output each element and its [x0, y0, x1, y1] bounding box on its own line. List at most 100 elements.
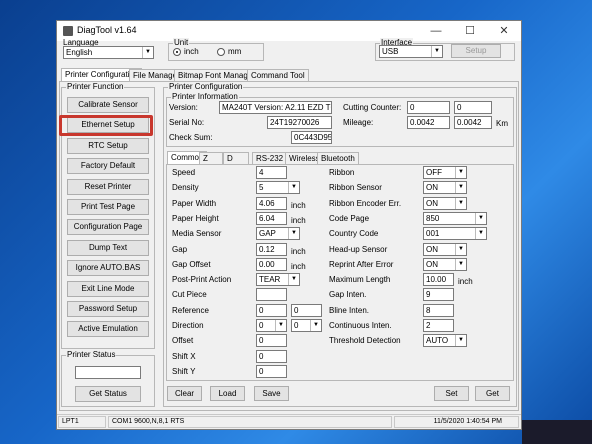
clear-button[interactable]: Clear	[167, 386, 202, 401]
chevron-down-icon: ▼	[275, 320, 286, 331]
pf-button-active-emulation[interactable]: Active Emulation	[67, 321, 149, 338]
version-label: Version:	[169, 103, 198, 112]
diagtool-window: DiagTool v1.64 — ☐ ✕ Language English ▼ U…	[56, 20, 522, 430]
country-code-select[interactable]: 001 ▼	[423, 227, 487, 241]
gap-inten-field[interactable]: 9	[423, 288, 454, 302]
gap-inten-label: Gap Inten.	[329, 290, 367, 300]
inch-radio[interactable]	[173, 48, 181, 56]
pf-button-calibrate-sensor[interactable]: Calibrate Sensor	[67, 97, 149, 113]
direction-select-1[interactable]: 0 ▼	[256, 319, 287, 332]
chevron-down-icon: ▼	[455, 167, 466, 178]
paper-width-field[interactable]: 4.06	[256, 196, 287, 210]
pf-button-password-setup[interactable]: Password Setup	[67, 301, 149, 317]
reprint-after-error-label: Reprint After Error	[329, 259, 394, 269]
mileage-label: Mileage:	[343, 118, 374, 127]
interface-select[interactable]: USB ▼	[379, 45, 443, 58]
ethernet-setup-highlight	[59, 115, 153, 136]
threshold-detection-select[interactable]: AUTO ▼	[423, 334, 467, 348]
pf-button-rtc-setup[interactable]: RTC Setup	[67, 137, 149, 154]
get-status-button[interactable]: Get Status	[75, 386, 141, 402]
chevron-down-icon: ▼	[288, 182, 299, 194]
density-label: Density	[172, 183, 199, 193]
shift-x-field[interactable]: 0	[256, 349, 287, 363]
save-button[interactable]: Save	[254, 386, 289, 401]
pf-button-factory-default[interactable]: Factory Default	[67, 158, 149, 175]
head-up-sensor-label: Head-up Sensor	[329, 244, 388, 254]
speed-field[interactable]: 4	[256, 166, 287, 179]
chevron-down-icon: ▼	[288, 228, 299, 240]
threshold-detection-label: Threshold Detection	[329, 336, 401, 346]
mm-label: mm	[228, 47, 242, 56]
ribbon-sensor-select[interactable]: ON ▼	[423, 181, 467, 195]
direction-label: Direction	[172, 321, 204, 330]
direction-select-2[interactable]: 0 ▼	[291, 319, 322, 332]
pf-button-exit-line-mode[interactable]: Exit Line Mode	[67, 280, 149, 297]
mm-radio[interactable]	[217, 48, 225, 56]
version-field: MA240T Version: A2.11 EZD TCF	[219, 101, 332, 114]
status-port: LPT1	[58, 416, 106, 428]
cut-piece-label: Cut Piece	[172, 290, 207, 300]
chevron-down-icon: ▼	[455, 197, 466, 209]
reprint-after-error-select[interactable]: ON ▼	[423, 257, 467, 271]
serial-label: Serial No:	[169, 118, 205, 127]
offset-label: Offset	[172, 336, 194, 346]
ribbon-label: Ribbon	[329, 168, 355, 177]
pf-button-ignore-auto-bas[interactable]: Ignore AUTO.BAS	[67, 260, 149, 277]
gap-unit: inch	[291, 246, 306, 256]
mileage-field-1: 0.0042	[407, 116, 450, 129]
load-button[interactable]: Load	[210, 386, 245, 401]
ribbon-encoder-err-select[interactable]: ON ▼	[423, 196, 467, 210]
paper-height-field[interactable]: 6.04	[256, 211, 287, 225]
checksum-label: Check Sum:	[169, 133, 213, 142]
offset-field[interactable]: 0	[256, 334, 287, 348]
gap-offset-field[interactable]: 0.00	[256, 257, 287, 271]
chevron-down-icon: ▼	[455, 182, 466, 194]
post-print-action-label: Post-Print Action	[172, 275, 232, 285]
speed-label: Speed	[172, 168, 196, 177]
cutting-counter-field-1: 0	[407, 101, 450, 114]
shift-y-field[interactable]: 0	[256, 364, 287, 378]
cutting-counter-label: Cutting Counter:	[343, 103, 402, 112]
chevron-down-icon: ▼	[455, 258, 466, 270]
printer-configuration-label: Printer Configuration	[168, 82, 244, 91]
pf-button-reset-printer[interactable]: Reset Printer	[67, 178, 149, 195]
pf-button-configuration-page[interactable]: Configuration Page	[67, 219, 149, 236]
ribbon-select[interactable]: OFF ▼	[423, 166, 467, 179]
paper-width-unit: inch	[291, 200, 306, 210]
mileage-field-2: 0.0042	[454, 116, 492, 129]
close-button[interactable]: ✕	[487, 23, 521, 39]
pf-button-print-test-page[interactable]: Print Test Page	[67, 199, 149, 215]
cutting-counter-field-2: 0	[454, 101, 492, 114]
title-bar: DiagTool v1.64 — ☐ ✕	[57, 21, 521, 41]
paper-height-unit: inch	[291, 215, 306, 225]
shift-y-label: Shift Y	[172, 366, 196, 376]
gap-field[interactable]: 0.12	[256, 242, 287, 256]
reference-field-1[interactable]: 0	[256, 303, 287, 317]
language-select[interactable]: English ▼	[63, 46, 154, 59]
chevron-down-icon: ▼	[475, 228, 486, 240]
checksum-field: 0C443D95	[291, 131, 332, 144]
post-print-action-select[interactable]: TEAR ▼	[256, 273, 300, 287]
interface-setup-button[interactable]: Setup	[451, 44, 501, 58]
minimize-button[interactable]: —	[419, 23, 453, 39]
cut-piece-field[interactable]	[256, 288, 287, 302]
media-sensor-select[interactable]: GAP ▼	[256, 227, 300, 241]
chevron-down-icon: ▼	[475, 212, 486, 224]
pf-button-dump-text[interactable]: Dump Text	[67, 239, 149, 256]
gap-offset-label: Gap Offset	[172, 259, 211, 269]
reference-field-2[interactable]: 0	[291, 303, 322, 317]
maximize-button[interactable]: ☐	[453, 23, 487, 39]
media-sensor-label: Media Sensor	[172, 229, 222, 239]
chevron-down-icon: ▼	[288, 274, 299, 286]
serial-field: 24T19270026	[267, 116, 332, 129]
head-up-sensor-select[interactable]: ON ▼	[423, 242, 467, 256]
code-page-select[interactable]: 850 ▼	[423, 211, 487, 225]
get-button[interactable]: Get	[475, 386, 510, 401]
maximum-length-field[interactable]: 10.00	[423, 273, 454, 287]
continuous-inten-field[interactable]: 2	[423, 319, 454, 332]
window-title: DiagTool v1.64	[77, 25, 137, 35]
interface-group: Interface USB ▼ Setup	[375, 38, 515, 61]
bline-inten-field[interactable]: 8	[423, 303, 454, 317]
set-button[interactable]: Set	[434, 386, 469, 401]
density-select[interactable]: 5 ▼	[256, 181, 300, 195]
